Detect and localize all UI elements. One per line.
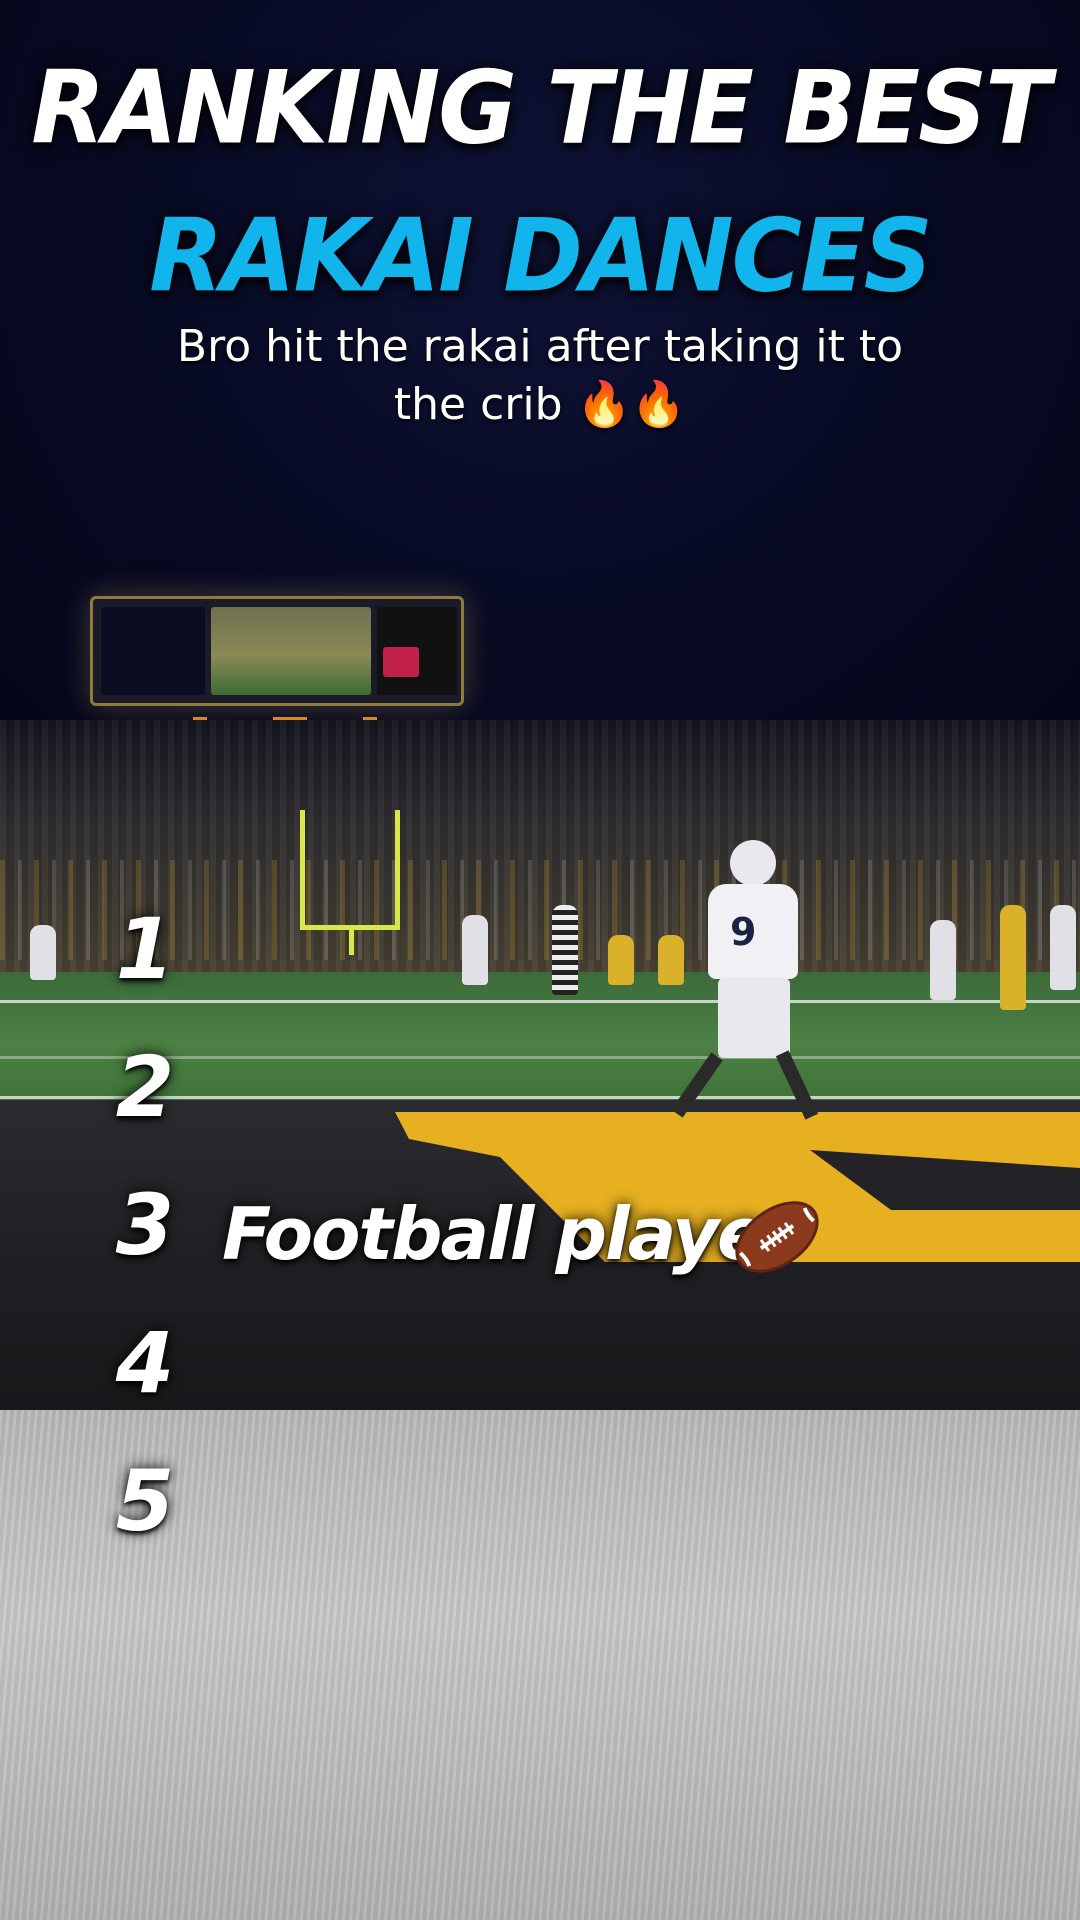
title-line-2: RAKAI DANCES [149,197,933,315]
stadium-scoreboard [90,596,464,727]
rank-row-2: 2 [100,1038,960,1176]
video-caption: Bro hit the rakai after taking it to the… [130,318,950,434]
american-football-icon [735,1201,819,1273]
rank-entry: Football player [222,1192,799,1276]
title-line-1: RANKING THE BEST [31,49,1050,167]
rank-row-3: 3 Football player [100,1176,960,1314]
rank-number: 4 [115,1314,175,1412]
rank-number: 1 [115,900,175,998]
rank-number: 3 [115,1176,175,1274]
rank-number: 5 [115,1452,175,1550]
caption-line-1: Bro hit the rakai after taking it to [176,321,904,372]
rank-number: 2 [115,1038,175,1136]
rank-row-4: 4 [100,1314,960,1452]
rank-row-1: 1 [100,900,960,1038]
rank-row-5: 5 [100,1452,960,1590]
ranking-list: 1 2 3 Football player 4 5 [100,900,960,1590]
video-frame: 9 RANKING THE BEST RAKAI DANCES Bro hit … [0,0,1080,1920]
caption-line-2: the crib [393,379,563,430]
fire-emoji-icon: 🔥🔥 [576,379,687,430]
